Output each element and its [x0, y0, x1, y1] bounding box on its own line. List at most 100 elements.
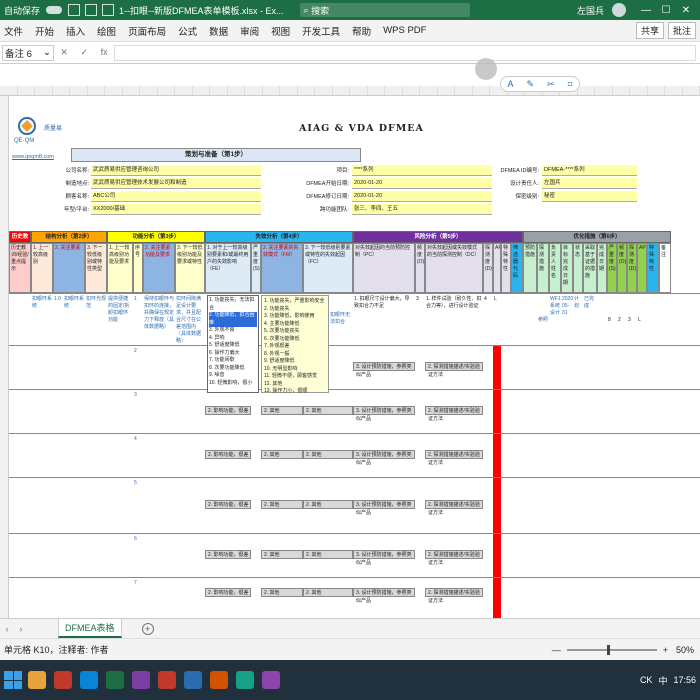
pen-icon[interactable]: ✎ — [526, 79, 534, 90]
cell-failure-mode[interactable]: 2. 其他 — [261, 500, 303, 509]
confirm-icon[interactable]: ✓ — [80, 47, 88, 58]
cell-function-2[interactable]: 保持扣眼环与扣环的连接，并确保在规定力下释放（具体数据略） — [143, 295, 175, 343]
cell-ap-2[interactable]: L — [637, 316, 647, 325]
cell-failure-mode[interactable]: 扣眼环无法扣合 — [329, 311, 351, 327]
menu-data[interactable]: 数据 — [209, 24, 228, 38]
cell-failure-mode[interactable]: 2. 其他 — [261, 450, 303, 459]
excel-app-icon[interactable] — [106, 671, 124, 689]
cell-seq[interactable]: 1 — [133, 295, 143, 304]
font-icon[interactable]: A — [507, 79, 513, 89]
cancel-icon[interactable]: ✕ — [60, 47, 68, 58]
worksheet-area[interactable]: QE·QM 质量易 www.qeqm8.com AIAG & VDA DFMEA… — [0, 96, 700, 618]
menu-file[interactable]: 文件 — [4, 24, 23, 38]
undo-icon[interactable] — [85, 4, 98, 16]
dropdown-option[interactable]: 8. 次要功能降低 — [209, 365, 257, 373]
zoom-slider[interactable] — [566, 644, 657, 655]
cell-prevention[interactable]: 3. 设计预防措施，参照类似产品 — [353, 406, 415, 422]
comments-button[interactable]: 批注 — [667, 22, 696, 39]
windows-start-icon[interactable] — [4, 671, 22, 689]
input-lang[interactable]: CK — [640, 675, 653, 685]
website-link[interactable]: www.qeqm8.com — [12, 154, 54, 160]
menu-formulas[interactable]: 公式 — [178, 24, 197, 38]
grid-icon[interactable]: ⌗ — [567, 79, 572, 90]
cell-failure-mode[interactable]: 2. 其他 — [261, 588, 303, 597]
cell-focus[interactable]: 扣眼环系统 — [63, 295, 85, 311]
cell-status[interactable]: 计划 — [573, 295, 583, 311]
wps-app-icon[interactable] — [158, 671, 176, 689]
confidentiality-field[interactable]: 秘密 — [542, 191, 637, 202]
cell-function-3[interactable]: 扣环间隙满足设计要求，并且配合尺寸在公差范围内（具体数据略） — [175, 295, 205, 343]
cell-seq[interactable]: 2 — [133, 347, 143, 356]
cut-icon[interactable]: ✂ — [547, 79, 555, 90]
media-app-icon[interactable] — [262, 671, 280, 689]
cell-failure-cause[interactable]: 2. 其他 — [303, 406, 353, 415]
customer-field[interactable]: ABC公司 — [91, 191, 261, 202]
add-sheet-button[interactable]: + — [141, 622, 154, 635]
menu-home[interactable]: 开始 — [35, 24, 54, 38]
cell-failure-cause[interactable]: 2. 其他 — [303, 588, 353, 597]
cell-failure-effect[interactable]: 2. 影响功能，很差 — [205, 550, 251, 559]
autosave-toggle[interactable] — [46, 6, 63, 14]
model-field[interactable]: XX2000/基础 — [91, 204, 261, 215]
dropdown-option[interactable]: 1. 功能丧失，无法扣合 — [209, 297, 257, 312]
team-field[interactable]: 张三、李四、王五 — [352, 204, 492, 215]
cell-severity-2[interactable]: 8 — [607, 316, 617, 325]
revision-date-field[interactable]: 2020-01-20 — [352, 191, 492, 202]
cell-prevent-action[interactable]: 参照 — [537, 316, 549, 325]
pdf-app-icon[interactable] — [54, 671, 72, 689]
cell-seq[interactable]: 4 — [133, 435, 143, 444]
cell-detection[interactable]: 2. 探测措施描述/实验验证方法 — [425, 500, 483, 516]
chevron-right-icon[interactable]: › — [14, 624, 28, 634]
cell-occurrence-2[interactable]: 2 — [617, 316, 627, 325]
cell-seq[interactable]: 3 — [133, 391, 143, 400]
clock[interactable]: 17:56 — [673, 675, 696, 685]
floating-assistant-icon[interactable] — [475, 58, 497, 80]
menu-page-layout[interactable]: 页面布局 — [128, 24, 166, 38]
dropdown-option[interactable]: 3. 外观不良 — [209, 327, 257, 335]
start-date-field[interactable]: 2020-01-20 — [352, 178, 492, 189]
cell-seq[interactable]: 7 — [133, 579, 143, 588]
cell-responsible[interactable]: WF1234系统设计 — [549, 295, 561, 343]
chevron-left-icon[interactable]: ‹ — [0, 624, 14, 634]
cell-prevention[interactable]: 3. 设计预防措施，参照类似产品 — [353, 550, 415, 566]
cell-detection[interactable]: 2. 探测措施描述/实验验证方法 — [425, 362, 483, 378]
cell-failure-mode[interactable]: 2. 其他 — [261, 406, 303, 415]
file-explorer-icon[interactable] — [28, 671, 46, 689]
cell-ap[interactable]: L — [493, 295, 501, 304]
cell-target-date[interactable]: 2020-05-31 — [561, 295, 573, 343]
failure-effect-dropdown[interactable]: 1. 功能丧失，无法扣合 2. 功能降低，扣合困难 3. 外观不良 4. 异响 … — [207, 295, 259, 393]
search-box[interactable]: ⌕ 搜索 — [299, 3, 470, 17]
cell-function-1[interactable]: 提供便捷的固定/拆卸扣眼环功能 — [107, 295, 133, 325]
maximize-button[interactable]: ☐ — [656, 5, 676, 16]
cell-prevention[interactable]: 3. 设计预防措施，参照类似产品 — [353, 450, 415, 466]
cell-failure-mode[interactable]: 2. 其他 — [261, 550, 303, 559]
location-field[interactable]: 武武质易供应管理技术发展公司和制造 — [91, 178, 261, 189]
formula-input[interactable] — [114, 44, 696, 61]
owner-field[interactable]: 左国兵 — [542, 178, 637, 189]
avatar[interactable] — [612, 3, 626, 17]
cell-failure-cause[interactable]: 2. 其他 — [303, 550, 353, 559]
dfmea-id-field[interactable]: DFMEA-****系列 — [542, 165, 637, 176]
onenote-app-icon[interactable] — [132, 671, 150, 689]
dropdown-option-selected[interactable]: 2. 功能降低，扣合困难 — [209, 312, 257, 327]
menu-view[interactable]: 视图 — [271, 24, 290, 38]
cell-failure-effect[interactable]: 2. 影响功能，很差 — [205, 588, 251, 597]
zoom-in-button[interactable]: + — [663, 645, 668, 655]
cell-structure[interactable]: 扣眼环系统 — [31, 295, 53, 311]
save-icon[interactable] — [68, 4, 81, 16]
cell-failure-cause[interactable]: 2. 其他 — [303, 450, 353, 459]
close-button[interactable]: ✕ — [676, 5, 696, 16]
menu-insert[interactable]: 插入 — [66, 24, 85, 38]
company-field[interactable]: 武武质易供应管理咨询公司 — [91, 165, 261, 176]
zoom-level[interactable]: 50% — [676, 645, 694, 655]
cell-detection[interactable]: 2. 探测措施描述/实验验证方法 — [425, 406, 483, 422]
zoom-out-button[interactable]: — — [552, 645, 561, 655]
cell-prevention[interactable]: 3. 设计预防措施，参照类似产品 — [353, 588, 415, 604]
word-app-icon[interactable] — [184, 671, 202, 689]
edge-browser-icon[interactable] — [80, 671, 98, 689]
cell-level[interactable]: 1.0 — [53, 295, 61, 304]
cell-failure-effect[interactable]: 2. 影响功能，很差 — [205, 450, 251, 459]
cell-prevention[interactable]: 3. 设计预防措施，参照类似产品 — [353, 500, 415, 516]
menu-help[interactable]: 帮助 — [352, 24, 371, 38]
powerpoint-app-icon[interactable] — [210, 671, 228, 689]
